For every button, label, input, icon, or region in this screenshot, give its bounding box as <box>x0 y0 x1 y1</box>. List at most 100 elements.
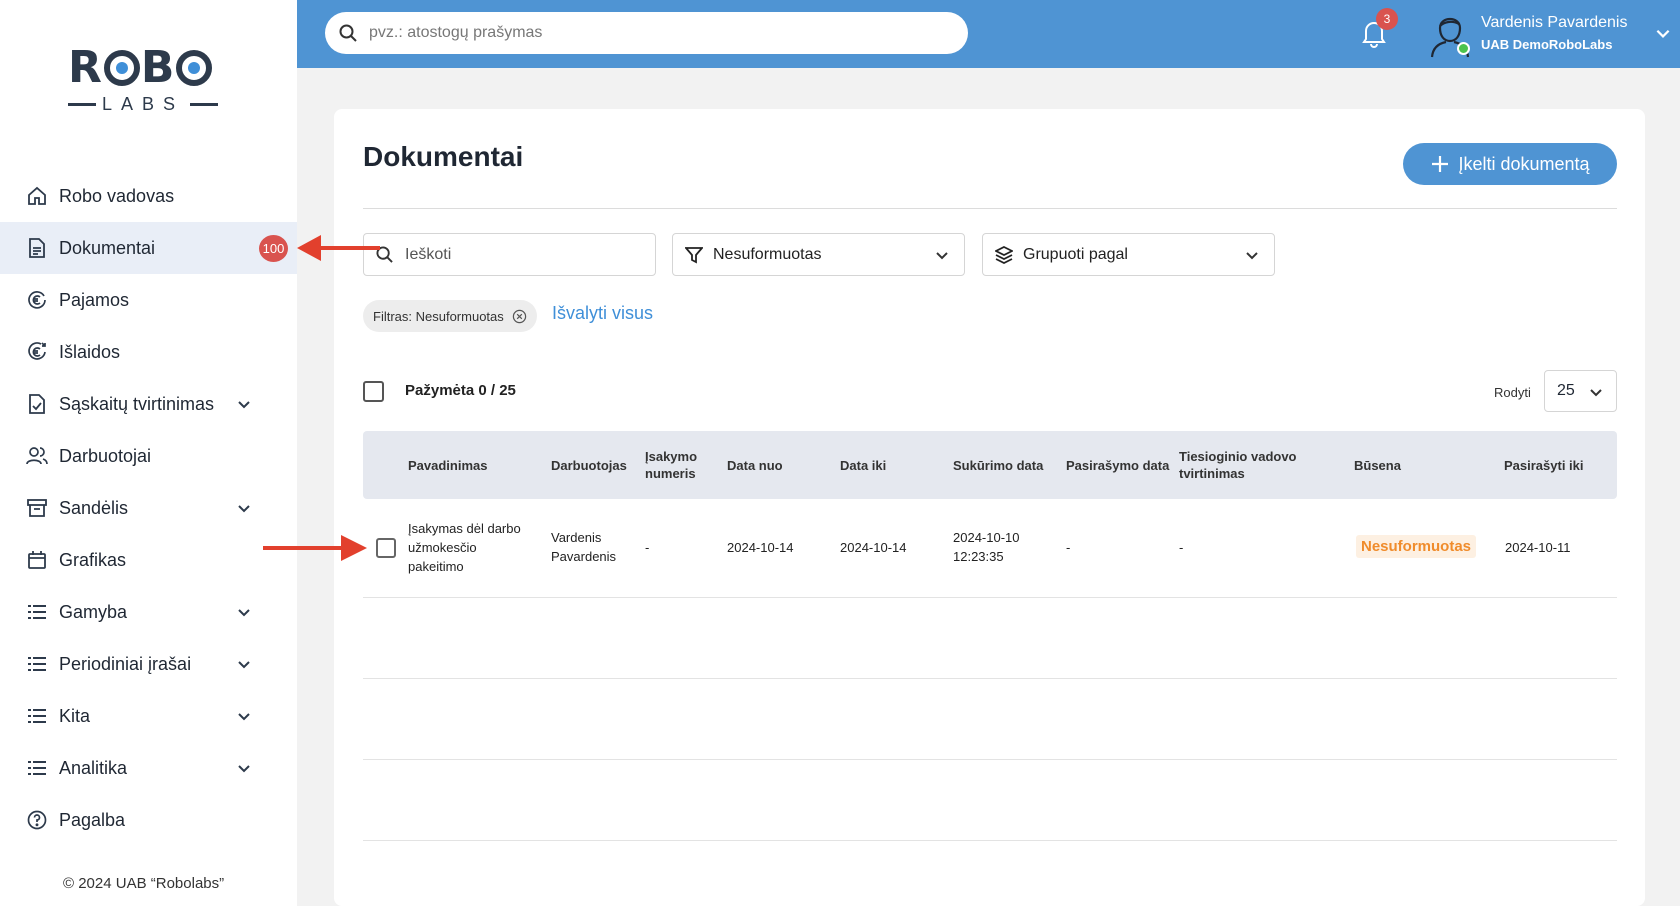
cell-date-to: 2024-10-14 <box>840 540 907 555</box>
chevron-down-icon[interactable] <box>236 396 252 412</box>
sidebar-item-darbuotojai[interactable]: Darbuotojai <box>0 430 297 482</box>
sidebar-item-label: Analitika <box>59 757 128 778</box>
sidebar-item-label: Robo vadovas <box>59 185 175 206</box>
column-header-pavadinimas[interactable]: Pavadinimas <box>408 431 538 499</box>
sidebar-item-label: Dokumentai <box>59 237 156 258</box>
sidebar-item-label: Pagalba <box>59 809 126 830</box>
sidebar-nav: Robo vadovas Dokumentai 100 Pajamos Išla… <box>0 170 297 846</box>
global-search-input[interactable] <box>369 24 949 42</box>
cell-created: 2024-10-10 12:23:35 <box>953 530 1020 564</box>
sidebar-item-pagalba[interactable]: Pagalba <box>0 794 297 846</box>
list-icon <box>26 705 48 727</box>
column-header-isakymo-numeris[interactable]: Įsakymo numeris <box>645 431 707 499</box>
column-header-sukurimo-data[interactable]: Sukūrimo data <box>953 431 1053 499</box>
calendar-icon <box>26 549 48 571</box>
top-bar: 3 Vardenis Pavardenis UAB DemoRoboLabs <box>297 0 1680 68</box>
clear-all-filters-link[interactable]: Išvalyti visus <box>552 303 653 324</box>
sidebar-item-sandelis[interactable]: Sandėlis <box>0 482 297 534</box>
chevron-down-icon[interactable] <box>236 656 252 672</box>
sidebar-item-saskaitu-tvirtinimas[interactable]: Sąskaitų tvirtinimas <box>0 378 297 430</box>
documents-count-badge: 100 <box>259 235 288 262</box>
column-header-pasirasymo-data[interactable]: Pasirašymo data <box>1066 431 1171 499</box>
search-placeholder: Ieškoti <box>405 245 452 263</box>
column-header-darbuotojas[interactable]: Darbuotojas <box>551 431 631 499</box>
sidebar-item-label: Darbuotojai <box>59 445 152 466</box>
user-name[interactable]: Vardenis Pavardenis <box>1481 14 1627 32</box>
page-size-select[interactable]: 25 <box>1544 370 1617 412</box>
sidebar-item-label: Gamyba <box>59 601 128 622</box>
chevron-down-icon[interactable] <box>236 760 252 776</box>
sidebar-item-islaidos[interactable]: Išlaidos <box>0 326 297 378</box>
online-status-indicator <box>1457 42 1470 55</box>
archive-icon <box>26 497 48 519</box>
sidebar-item-periodiniai-irasai[interactable]: Periodiniai įrašai <box>0 638 297 690</box>
sidebar-item-grafikas[interactable]: Grafikas <box>0 534 297 586</box>
chevron-down-icon[interactable] <box>1654 24 1672 42</box>
logo-top-wordmark: RB <box>68 44 222 92</box>
cell-name[interactable]: Įsakymas dėl darbo užmokesčio pakeitimo <box>408 519 533 576</box>
home-icon <box>26 185 48 207</box>
sidebar-item-label: Kita <box>59 705 91 726</box>
sidebar: RB LABS Robo vadovas Dokumentai 100 Paja… <box>0 0 297 906</box>
selected-count: Pažymėta 0 / 25 <box>405 382 516 399</box>
column-header-pasirasyti-iki[interactable]: Pasirašyti iki <box>1504 431 1604 499</box>
column-header-tiesioginio-vadovo-tvirtinimas[interactable]: Tiesioginio vadovo tvirtinimas <box>1179 431 1304 499</box>
global-search[interactable] <box>325 12 968 54</box>
documents-search-input[interactable]: Ieškoti <box>363 233 656 276</box>
title-divider <box>363 208 1617 209</box>
chevron-down-icon[interactable] <box>236 604 252 620</box>
cell-manager-approval: - <box>1179 540 1184 555</box>
chevron-down-icon[interactable] <box>236 708 252 724</box>
chevron-down-icon <box>936 252 948 260</box>
logo-bottom-wordmark: LABS <box>68 94 222 115</box>
group-by-value: Grupuoti pagal <box>1023 245 1128 263</box>
row-checkbox[interactable] <box>376 538 396 558</box>
column-header-data-iki[interactable]: Data iki <box>840 431 930 499</box>
robolabs-logo[interactable]: RB LABS <box>68 44 222 124</box>
help-icon <box>26 809 48 831</box>
filter-icon <box>685 246 703 263</box>
sidebar-item-pajamos[interactable]: Pajamos <box>0 274 297 326</box>
list-icon <box>26 653 48 675</box>
sidebar-item-kita[interactable]: Kita <box>0 690 297 742</box>
search-icon <box>339 24 357 42</box>
table-row[interactable]: Įsakymas dėl darbo užmokesčio pakeitimo … <box>363 499 1617 598</box>
copyright: © 2024 UAB “Robolabs” <box>63 875 225 892</box>
status-badge: Nesuformuotas <box>1356 535 1477 558</box>
table-header: Pavadinimas Darbuotojas Įsakymo numeris … <box>363 431 1617 499</box>
close-circle-icon[interactable] <box>512 309 527 324</box>
company-name[interactable]: UAB DemoRoboLabs <box>1481 37 1612 52</box>
plus-icon <box>1432 156 1449 172</box>
group-by-select[interactable]: Grupuoti pagal <box>982 233 1275 276</box>
chevron-down-icon <box>1590 389 1602 397</box>
status-filter-select[interactable]: Nesuformuotas <box>672 233 965 276</box>
layers-icon <box>995 245 1013 264</box>
empty-row-divider <box>363 678 1617 679</box>
sidebar-item-analitika[interactable]: Analitika <box>0 742 297 794</box>
select-all-checkbox[interactable] <box>363 381 384 402</box>
sidebar-item-label: Sandėlis <box>59 497 129 518</box>
cell-order-number: - <box>645 540 650 555</box>
active-filter-chip: Filtras: Nesuformuotas <box>363 300 537 332</box>
upload-document-label: Įkelti dokumentą <box>1458 153 1590 174</box>
chevron-down-icon[interactable] <box>236 500 252 516</box>
filter-chip-label: Filtras: Nesuformuotas <box>373 308 504 324</box>
page-size-label: Rodyti <box>1494 385 1531 400</box>
cell-sign-until: 2024-10-11 <box>1505 540 1571 555</box>
column-header-data-nuo[interactable]: Data nuo <box>727 431 817 499</box>
page-size-value: 25 <box>1557 382 1575 399</box>
documents-card: Dokumentai Įkelti dokumentą Ieškoti Nesu… <box>334 109 1645 906</box>
sidebar-item-label: Išlaidos <box>59 341 121 362</box>
sidebar-item-gamyba[interactable]: Gamyba <box>0 586 297 638</box>
sidebar-item-label: Grafikas <box>59 549 127 570</box>
sidebar-item-label: Sąskaitų tvirtinimas <box>59 393 215 414</box>
document-icon <box>26 237 48 259</box>
sidebar-item-dokumentai[interactable]: Dokumentai 100 <box>0 222 297 274</box>
euro-in-icon <box>26 289 48 311</box>
sidebar-item-robo-vadovas[interactable]: Robo vadovas <box>0 170 297 222</box>
upload-document-button[interactable]: Įkelti dokumentą <box>1403 143 1617 185</box>
page-title: Dokumentai <box>363 141 524 172</box>
column-header-busena[interactable]: Būsena <box>1354 431 1444 499</box>
users-icon <box>26 445 48 467</box>
chevron-down-icon <box>1246 252 1258 260</box>
